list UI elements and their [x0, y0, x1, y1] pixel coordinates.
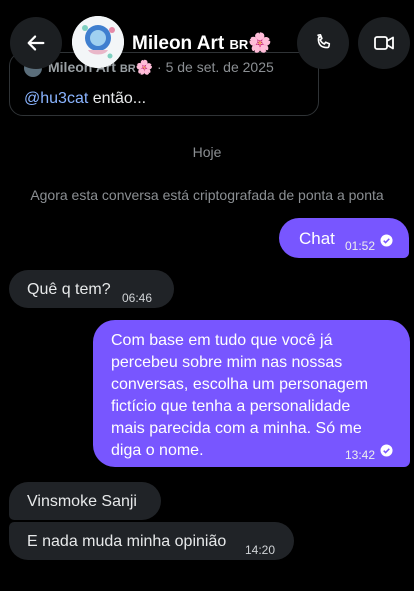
date-separator: Hoje	[192, 144, 222, 160]
message-time: 13:42	[345, 448, 376, 462]
back-button[interactable]	[10, 17, 62, 69]
message-time: 14:20	[245, 543, 276, 557]
message-text: E nada muda minha opinião	[27, 533, 227, 550]
message-bubble-incoming[interactable]: Vinsmoke Sanji	[9, 482, 161, 520]
contact-name[interactable]: Mileon Art BR🌸	[132, 31, 272, 55]
encryption-notice: Agora esta conversa está criptografada d…	[30, 187, 384, 203]
message-bubble-incoming[interactable]: Quê q tem? 06:46	[9, 270, 174, 308]
contact-avatar[interactable]	[72, 16, 124, 68]
message-bubble-incoming[interactable]: E nada muda minha opinião 14:20	[9, 522, 294, 560]
message-text: Vinsmoke Sanji	[27, 493, 137, 510]
message-text: Quê q tem?	[27, 281, 111, 298]
avatar-art	[72, 16, 124, 68]
contact-emoji: 🌸	[248, 33, 272, 54]
quoted-mention-link[interactable]: @hu3cat	[24, 90, 88, 107]
quoted-body: então...	[88, 90, 147, 107]
message-bubble-outgoing[interactable]: Com base em tudo que você já percebeu so…	[93, 320, 410, 467]
message-time: 01:52	[345, 239, 376, 253]
call-button[interactable]	[297, 17, 349, 69]
chat-header: Mileon Art BR🌸	[0, 0, 414, 86]
check-circle-icon	[380, 234, 393, 247]
video-camera-icon	[374, 36, 394, 50]
contact-badge: BR	[229, 37, 249, 52]
message-text: Chat	[299, 229, 335, 248]
message-bubble-outgoing[interactable]: Chat 01:52	[279, 218, 409, 258]
message-text: Com base em tudo que você já percebeu so…	[111, 332, 369, 459]
check-circle-icon	[380, 444, 393, 457]
contact-name-text: Mileon Art	[132, 33, 225, 54]
video-call-button[interactable]	[358, 17, 410, 69]
message-time: 06:46	[122, 291, 153, 305]
arrow-left-icon	[27, 35, 45, 51]
phone-icon	[317, 34, 331, 49]
quoted-text: @hu3cat então...	[24, 90, 146, 108]
